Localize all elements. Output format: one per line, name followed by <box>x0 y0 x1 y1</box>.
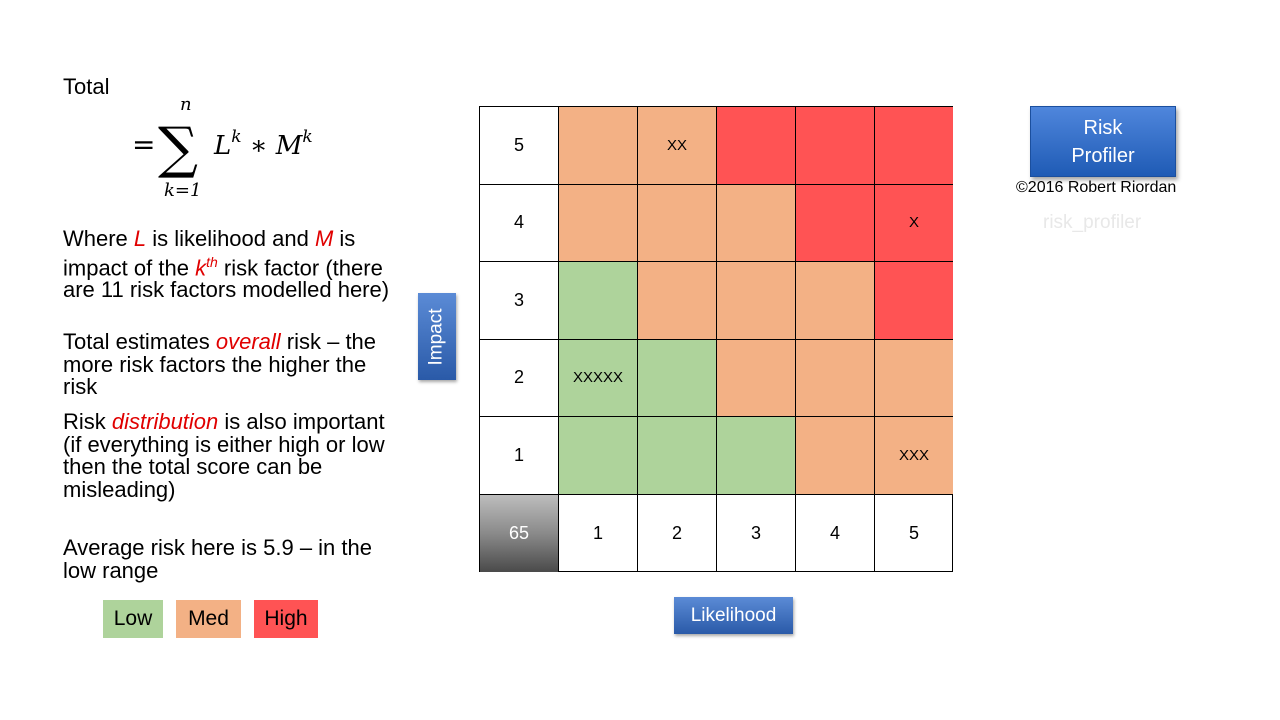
formula-times: ∗ <box>242 131 276 161</box>
matrix-cell-i3-l5 <box>875 262 953 340</box>
explanation-paragraph-2: Total estimates overall risk – the more … <box>63 329 377 399</box>
matrix-cell-i5-l5 <box>875 107 953 185</box>
explanation-paragraph-4: Average risk here is 5.9 – in the low ra… <box>63 535 372 583</box>
formula-upper-limit: n <box>180 94 192 115</box>
matrix-cell-i2-l2 <box>638 339 717 417</box>
matrix-cell-i2-l3 <box>717 339 796 417</box>
watermark-text: risk_profiler <box>1043 212 1142 233</box>
matrix-cell-i1-l3 <box>717 417 796 495</box>
likelihood-value-2: 2 <box>638 494 717 572</box>
matrix-cell-i3-l4 <box>796 262 875 340</box>
matrix-cell-i2-l1: XXXXX <box>559 339 638 417</box>
total-score-cell: 65 <box>480 494 559 572</box>
risk-formula: = n ∑ k=1 Lk ∗ Mk <box>132 94 313 201</box>
matrix-cell-i1-l4 <box>796 417 875 495</box>
distribution-emphasis: distribution <box>111 409 219 434</box>
explanation-paragraph-3: Risk distribution is also important (if … <box>63 409 385 502</box>
matrix-cell-i1-l5: XXX <box>875 417 953 495</box>
matrix-cell-i4-l3 <box>717 184 796 262</box>
matrix-cell-i3-l1 <box>559 262 638 340</box>
likelihood-value-4: 4 <box>796 494 875 572</box>
legend-high: High <box>254 600 318 638</box>
matrix-cell-i2-l5 <box>875 339 953 417</box>
formula-sigma: ∑ <box>158 116 198 181</box>
formula-l: L <box>213 131 231 161</box>
k-symbol: k <box>195 254 207 280</box>
formula-m: M <box>275 131 304 161</box>
formula-l-exp: k <box>231 127 241 147</box>
explanation-paragraph-1: Where L is likelihood and M is impact of… <box>63 226 390 303</box>
impact-symbol: M <box>314 226 334 251</box>
impact-value-4: 4 <box>480 184 559 262</box>
matrix-cell-i1-l2 <box>638 417 717 495</box>
impact-value-3: 3 <box>480 262 559 340</box>
matrix-cell-i5-l3 <box>717 107 796 185</box>
impact-value-5: 5 <box>480 107 559 185</box>
risk-profiler-button[interactable]: Risk Profiler <box>1030 106 1176 177</box>
matrix-cell-i4-l4 <box>796 184 875 262</box>
matrix-cell-i5-l4 <box>796 107 875 185</box>
formula-lower-limit: k=1 <box>164 180 201 201</box>
likelihood-value-3: 3 <box>717 494 796 572</box>
likelihood-axis-label: Likelihood <box>674 597 793 634</box>
matrix-cell-i1-l1 <box>559 417 638 495</box>
matrix-cell-i5-l1 <box>559 107 638 185</box>
likelihood-value-1: 1 <box>559 494 638 572</box>
likelihood-value-5: 5 <box>908 522 919 543</box>
matrix-cell-i4-l5: X <box>875 184 953 262</box>
svg-text:Lk ∗ Mk: Lk ∗ Mk <box>213 127 313 161</box>
matrix-cell-i2-l4 <box>796 339 875 417</box>
impact-value-1: 1 <box>480 417 559 495</box>
overall-emphasis: overall <box>215 329 281 354</box>
legend-low: Low <box>103 600 163 638</box>
risk-matrix: 5 XX 4 X 3 2 XXXXX 1 XXX 65 1 2 3 4 5 <box>479 106 953 572</box>
matrix-cell-i4-l1 <box>559 184 638 262</box>
formula-m-exp: k <box>302 127 312 147</box>
likelihood-symbol: L <box>133 226 147 251</box>
total-label: Total <box>63 74 110 99</box>
copyright-text: ©2016 Robert Riordan <box>1016 179 1177 196</box>
matrix-cell-i3-l3 <box>717 262 796 340</box>
formula-equals: = <box>132 128 155 161</box>
impact-axis-label: Impact <box>418 293 456 380</box>
matrix-cell-i4-l2 <box>638 184 717 262</box>
impact-value-2: 2 <box>480 339 559 417</box>
legend-med: Med <box>176 600 241 638</box>
matrix-cell-i3-l2 <box>638 262 717 340</box>
matrix-cell-i5-l2: XX <box>638 107 717 185</box>
